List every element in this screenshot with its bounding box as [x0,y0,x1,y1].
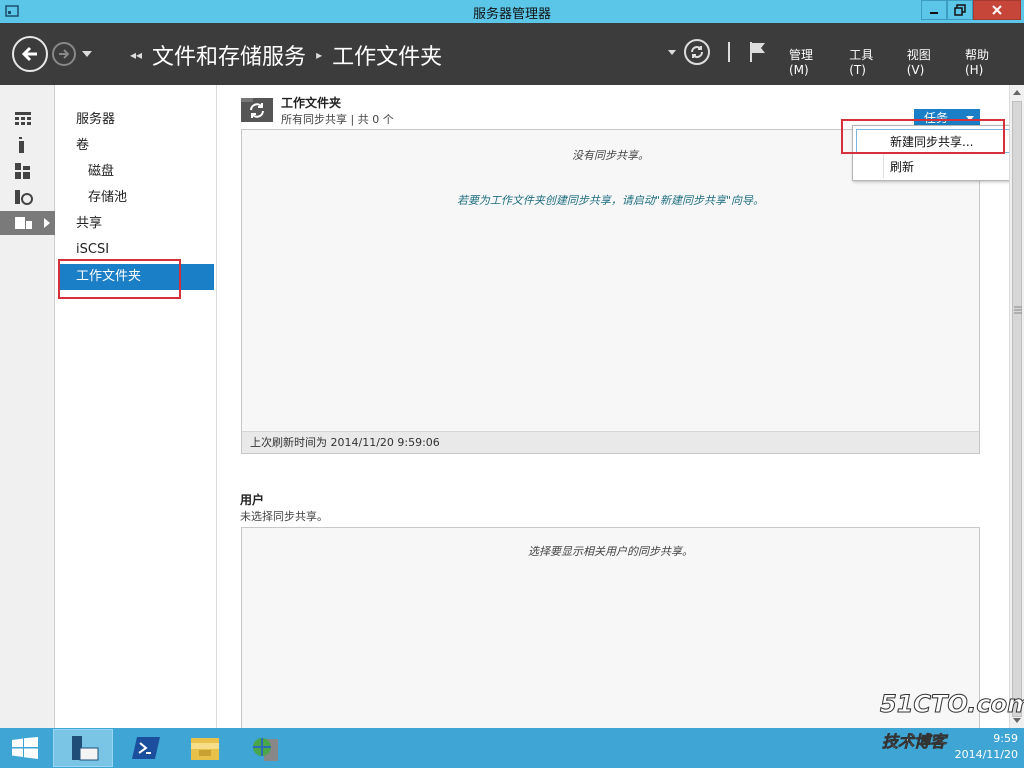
forward-arrow-icon [59,49,70,59]
users-header: 用户 未选择同步共享。 [240,491,328,524]
rail-file-storage-services[interactable] [0,211,55,235]
scroll-thumb[interactable] [1012,101,1022,717]
taskbar-powershell[interactable] [116,729,176,767]
nav-right-tools [668,39,768,65]
tree-item-storage-pools[interactable]: 存储池 [56,185,214,211]
network-globe-icon [253,738,278,761]
users-subtitle: 未选择同步共享。 [240,510,328,523]
clock-time: 9:59 [993,732,1018,745]
tree-item-volumes[interactable]: 卷 [56,133,214,159]
rail-local-server[interactable] [0,133,55,157]
clock-date: 2014/11/20 [954,748,1018,761]
local-server-icon [19,137,24,153]
title-bar: 服务器管理器 [0,0,1024,23]
close-icon [992,5,1002,15]
tree-item-disks[interactable]: 磁盘 [56,159,214,185]
refresh-dropdown-icon[interactable] [668,49,676,55]
breadcrumb-separator-icon: ▸ [316,48,323,62]
refresh-icon [691,46,703,58]
restore-button[interactable] [947,0,973,20]
taskbar: 9:59 2014/11/20 [0,728,1024,768]
powershell-icon [132,737,160,759]
taskbar-network-app[interactable] [236,729,296,767]
users-title: 用户 [240,493,265,507]
menu-item-refresh[interactable]: 刷新 [853,155,1021,179]
window-title: 服务器管理器 [472,7,551,22]
breadcrumb: ◂◂ 文件和存储服务 ▸ 工作文件夹 [130,39,442,71]
menu-view[interactable]: 视图(V) [907,46,945,77]
main-content: 工作文件夹 所有同步共享 | 共 0 个 任务 没有同步共享。 若要为工作文件夹… [217,85,1009,737]
notifications-flag-icon[interactable] [748,40,768,64]
expand-arrow-icon[interactable] [44,218,50,228]
tree-item-shares[interactable]: 共享 [56,211,214,237]
start-windows-icon[interactable] [12,737,38,759]
breadcrumb-item-file-storage[interactable]: 文件和存储服务 [152,39,306,71]
vertical-scrollbar[interactable] [1009,85,1024,728]
minimize-button[interactable] [921,0,947,20]
navigation-bar: ◂◂ 文件和存储服务 ▸ 工作文件夹 管理(M) 工具(T) 视图(V) 帮助(… [0,23,1024,85]
users-panel: 选择要显示相关用户的同步共享。 [241,527,980,737]
highlight-box-work-folders [58,259,181,299]
menu-tools[interactable]: 工具(T) [849,46,886,77]
new-sync-share-hint[interactable]: 若要为工作文件夹创建同步共享，请启动"新建同步共享"向导。 [242,192,979,208]
breadcrumb-item-work-folders[interactable]: 工作文件夹 [332,39,442,71]
toolbar-divider [728,42,730,62]
tree-item-servers[interactable]: 服务器 [56,107,214,133]
watermark-logo: 51CTO.com [879,690,1024,719]
scroll-down-arrow-icon[interactable] [1013,718,1021,723]
rail-file-storage-role[interactable] [0,185,55,209]
server-manager-icon [72,736,99,761]
work-folders-header: 工作文件夹 所有同步共享 | 共 0 个 [281,94,394,127]
role-server-icon [15,190,33,205]
dashboard-grid-icon [15,112,31,125]
menu-help[interactable]: 帮助(H) [965,46,1004,77]
refresh-button[interactable] [684,39,710,65]
icon-rail [0,85,55,728]
menu-manage[interactable]: 管理(M) [789,46,829,77]
rail-all-servers[interactable] [0,159,55,183]
all-servers-icon [15,163,30,179]
back-button[interactable] [12,36,48,72]
taskbar-file-explorer[interactable] [175,729,235,767]
navigation-tree: 服务器 卷 磁盘 存储池 共享 iSCSI 工作文件夹 [56,85,217,728]
watermark-subtitle: 技术博客 [882,732,947,752]
last-refresh-status: 上次刷新时间为 2014/11/20 9:59:06 [242,431,979,453]
restore-icon [954,4,966,16]
close-button[interactable] [973,0,1021,20]
scroll-up-arrow-icon[interactable] [1013,90,1021,95]
work-folders-tile-icon [241,98,273,122]
work-folders-subtitle: 所有同步共享 | 共 0 个 [281,113,394,126]
folder-icon [191,738,219,760]
system-clock[interactable]: 9:59 2014/11/20 [955,731,1018,763]
minimize-icon [930,12,938,14]
taskbar-server-manager[interactable] [53,729,113,767]
file-storage-icon [15,217,32,229]
scroll-grip-icon [1014,306,1022,314]
breadcrumb-overflow-icon[interactable]: ◂◂ [130,48,142,62]
back-arrow-icon [21,46,37,62]
highlight-box-new-sync-share [841,119,1005,154]
forward-button[interactable] [52,42,76,66]
rail-dashboard[interactable] [0,107,55,131]
menu-bar: 管理(M) 工具(T) 视图(V) 帮助(H) [789,46,1024,77]
history-dropdown-icon[interactable] [82,51,92,57]
select-sync-share-message: 选择要显示相关用户的同步共享。 [528,545,693,558]
work-folders-title: 工作文件夹 [281,96,342,110]
